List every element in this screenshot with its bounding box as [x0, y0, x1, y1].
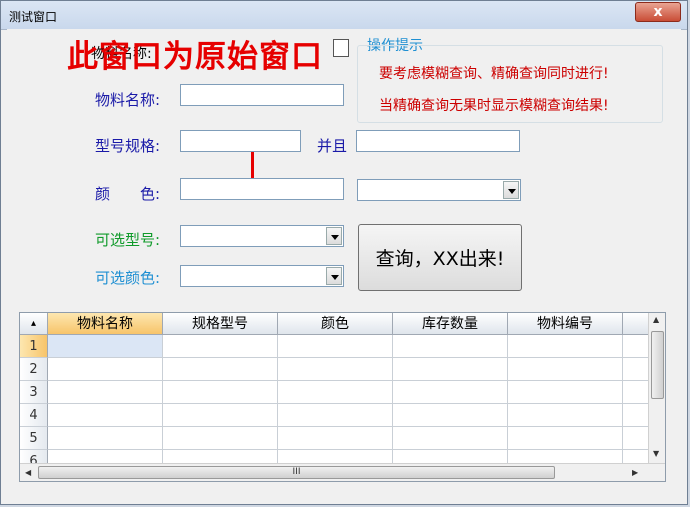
and-label: 并且: [317, 137, 348, 155]
color-combo[interactable]: [357, 179, 521, 201]
table-cell[interactable]: [278, 358, 393, 381]
table-cell[interactable]: [163, 335, 278, 358]
row-header[interactable]: 4: [20, 404, 48, 427]
table-cell[interactable]: [393, 427, 508, 450]
hint-line-2: 当精确查询无果时显示模糊查询结果!: [379, 98, 609, 114]
table-cell[interactable]: [48, 427, 163, 450]
column-header-filler: [623, 313, 649, 335]
table-cell[interactable]: [163, 358, 278, 381]
optional-color-combo[interactable]: [180, 265, 344, 287]
table-cell[interactable]: [163, 427, 278, 450]
table-cell[interactable]: [278, 427, 393, 450]
model-spec-input-2[interactable]: [356, 130, 520, 152]
table-cell[interactable]: [278, 381, 393, 404]
material-name-label: 物料名称:: [95, 91, 161, 109]
title-bar[interactable]: 测试窗口 x: [1, 1, 687, 30]
select-all-corner[interactable]: ▴: [20, 313, 48, 335]
material-name-input[interactable]: [180, 84, 344, 106]
text-cursor-mark: [251, 152, 254, 178]
table-cell[interactable]: [48, 381, 163, 404]
column-header-model-spec[interactable]: 规格型号: [163, 313, 278, 335]
table-cell[interactable]: [623, 381, 649, 404]
table-cell[interactable]: [163, 381, 278, 404]
model-spec-input[interactable]: [180, 130, 301, 152]
hint-line-1: 要考虑模糊查询、精确查询同时进行!: [379, 66, 609, 82]
scroll-down-icon[interactable]: ▼: [653, 449, 659, 458]
overlay-note: 此窗口为原始窗口: [67, 39, 323, 75]
column-header-color[interactable]: 颜色: [278, 313, 393, 335]
vertical-scroll-thumb[interactable]: [651, 331, 664, 399]
main-window: 测试窗口 x 物料名称: 此窗口为原始窗口 操作提示 要考虑模糊查询、精确查询同…: [0, 0, 688, 505]
table-cell[interactable]: [623, 358, 649, 381]
table-cell[interactable]: [278, 404, 393, 427]
table-cell[interactable]: [48, 358, 163, 381]
chevron-down-icon[interactable]: [503, 181, 519, 199]
chevron-down-icon[interactable]: [326, 267, 342, 285]
table-cell[interactable]: [163, 404, 278, 427]
close-button[interactable]: x: [635, 2, 681, 22]
optional-model-combo[interactable]: [180, 225, 344, 247]
table-cell[interactable]: [508, 427, 623, 450]
row-header[interactable]: 1: [20, 335, 48, 358]
chevron-down-icon[interactable]: [326, 227, 342, 245]
table-cell[interactable]: [393, 404, 508, 427]
table-cell[interactable]: [393, 335, 508, 358]
query-button[interactable]: 查询，XX出来!: [358, 224, 522, 291]
obscured-box: [333, 39, 349, 57]
optional-color-label: 可选颜色:: [95, 269, 161, 287]
table-cell[interactable]: [393, 358, 508, 381]
row-header[interactable]: 3: [20, 381, 48, 404]
table-cell[interactable]: [508, 335, 623, 358]
table-cell[interactable]: [393, 381, 508, 404]
column-header-material-name[interactable]: 物料名称: [48, 313, 163, 335]
table-cell[interactable]: [623, 335, 649, 358]
scroll-left-icon[interactable]: ◀: [25, 468, 31, 477]
vertical-scrollbar[interactable]: ▲ ▼: [648, 313, 665, 463]
model-spec-label: 型号规格:: [95, 137, 161, 155]
scroll-right-icon[interactable]: ▶: [632, 468, 638, 477]
window-title: 测试窗口: [9, 10, 58, 24]
table-cell[interactable]: [623, 404, 649, 427]
table-cell[interactable]: [623, 427, 649, 450]
optional-model-label: 可选型号:: [95, 231, 161, 249]
table-cell[interactable]: [508, 404, 623, 427]
scroll-up-icon[interactable]: ▲: [653, 315, 659, 324]
row-header[interactable]: 2: [20, 358, 48, 381]
horizontal-scroll-thumb[interactable]: III: [38, 466, 555, 479]
column-header-material-code[interactable]: 物料编号: [508, 313, 623, 335]
color-input[interactable]: [180, 178, 344, 200]
color-label: 颜 色:: [95, 185, 161, 203]
column-header-stock-qty[interactable]: 库存数量: [393, 313, 508, 335]
table-cell[interactable]: [508, 381, 623, 404]
table-cell[interactable]: [278, 335, 393, 358]
table-cell[interactable]: [508, 358, 623, 381]
row-header[interactable]: 5: [20, 427, 48, 450]
table-cell[interactable]: [48, 404, 163, 427]
table-cell[interactable]: [48, 335, 163, 358]
client-area: 物料名称: 此窗口为原始窗口 操作提示 要考虑模糊查询、精确查询同时进行! 当精…: [7, 29, 681, 499]
results-grid[interactable]: ▴ 物料名称 规格型号 颜色 库存数量 物料编号 123456 ▲ ▼ ◀ II…: [19, 312, 666, 482]
horizontal-scrollbar[interactable]: ◀ III ▶: [20, 463, 665, 481]
